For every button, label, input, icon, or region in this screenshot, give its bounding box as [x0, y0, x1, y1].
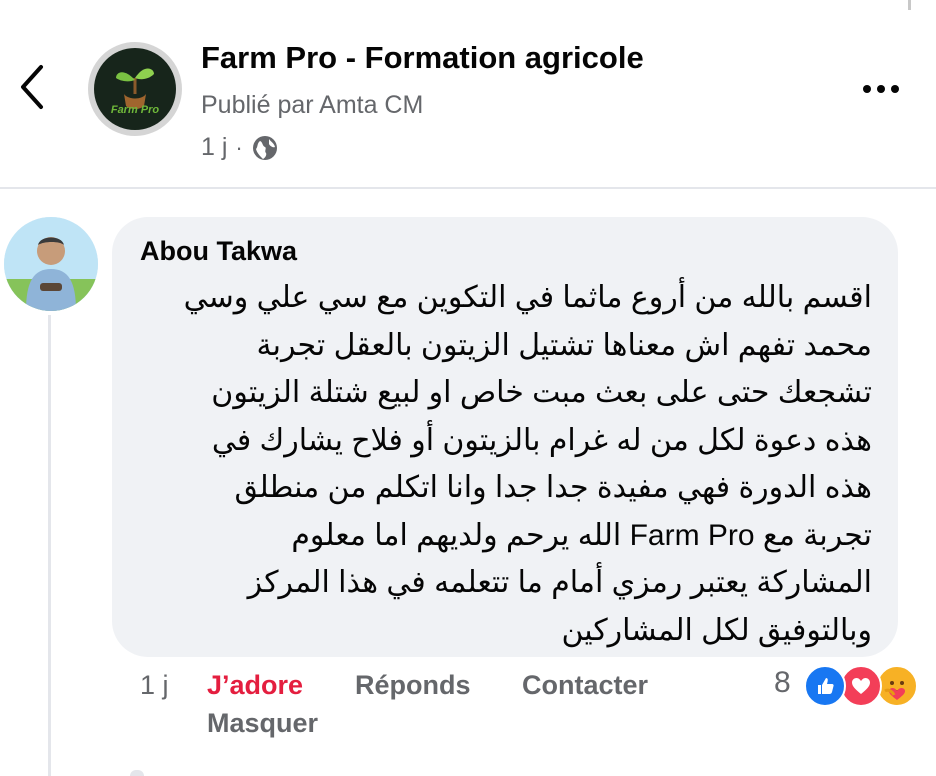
meta-separator: · [235, 134, 243, 160]
post-time: 1 j [201, 133, 228, 161]
comment-line: هذه الدورة فهي مفيدة جدا جدا وانا اتكلم … [234, 471, 872, 504]
contact-button[interactable]: Contacter [522, 670, 648, 701]
reaction-summary[interactable] [804, 665, 924, 707]
care-icon [876, 665, 918, 707]
reply-button[interactable]: Réponds [355, 670, 471, 701]
scroll-indicator [908, 0, 911, 10]
more-horizontal-icon [863, 85, 871, 93]
chevron-left-icon [21, 65, 43, 109]
user-photo [4, 217, 98, 311]
reaction-count[interactable]: 8 [774, 666, 791, 700]
globe-icon [252, 135, 277, 160]
comment-line: اقسم بالله من أروع ماثما في التكوين مع س… [183, 281, 872, 314]
love-reaction-button[interactable]: J’adore [207, 670, 303, 701]
thread-line [48, 315, 51, 776]
comment-time: 1 j [140, 670, 169, 700]
sprout-icon [116, 68, 154, 109]
header-divider [0, 187, 936, 189]
next-comment-edge [130, 770, 144, 776]
more-options-button[interactable] [856, 72, 906, 106]
page-avatar[interactable]: Farm Pro [88, 42, 182, 136]
post-meta: 1 j · [201, 133, 279, 162]
post-comment-screen: Farm Pro Farm Pro - Formation agricole P… [0, 0, 936, 776]
comment-line: تجربة مع Farm Pro الله يرحم ولديهم اما م… [291, 518, 872, 552]
comment-line: المشاركة يعتبر رمزي أمام ما تتعلمه في هذ… [247, 566, 872, 599]
published-by-label: Publié par Amta CM [201, 91, 424, 119]
love-icon [840, 665, 882, 707]
comment-line: تشجعك حتى على بعث مبت خاص او لبيع شتلة ا… [211, 376, 872, 409]
comment-line: هذه دعوة لكل من له غرام بالزيتون أو فلاح… [211, 423, 872, 457]
avatar[interactable] [4, 217, 98, 311]
page-title[interactable]: Farm Pro - Formation agricole [201, 40, 644, 76]
brand-text: Farm Pro [110, 104, 160, 116]
comment-line: وبالتوفيق لكل المشاركين [561, 613, 872, 647]
comment-author[interactable]: Abou Takwa [140, 236, 297, 267]
farm-pro-logo: Farm Pro [94, 48, 176, 130]
back-button[interactable] [12, 62, 52, 112]
comment-text: اقسم بالله من أروع ماثما في التكوين مع س… [140, 274, 872, 654]
hide-button[interactable]: Masquer [207, 708, 318, 739]
comment-line: محمد تفهم اش معناها تشتيل الزيتون بالعقل… [256, 328, 872, 362]
like-icon [804, 665, 846, 707]
